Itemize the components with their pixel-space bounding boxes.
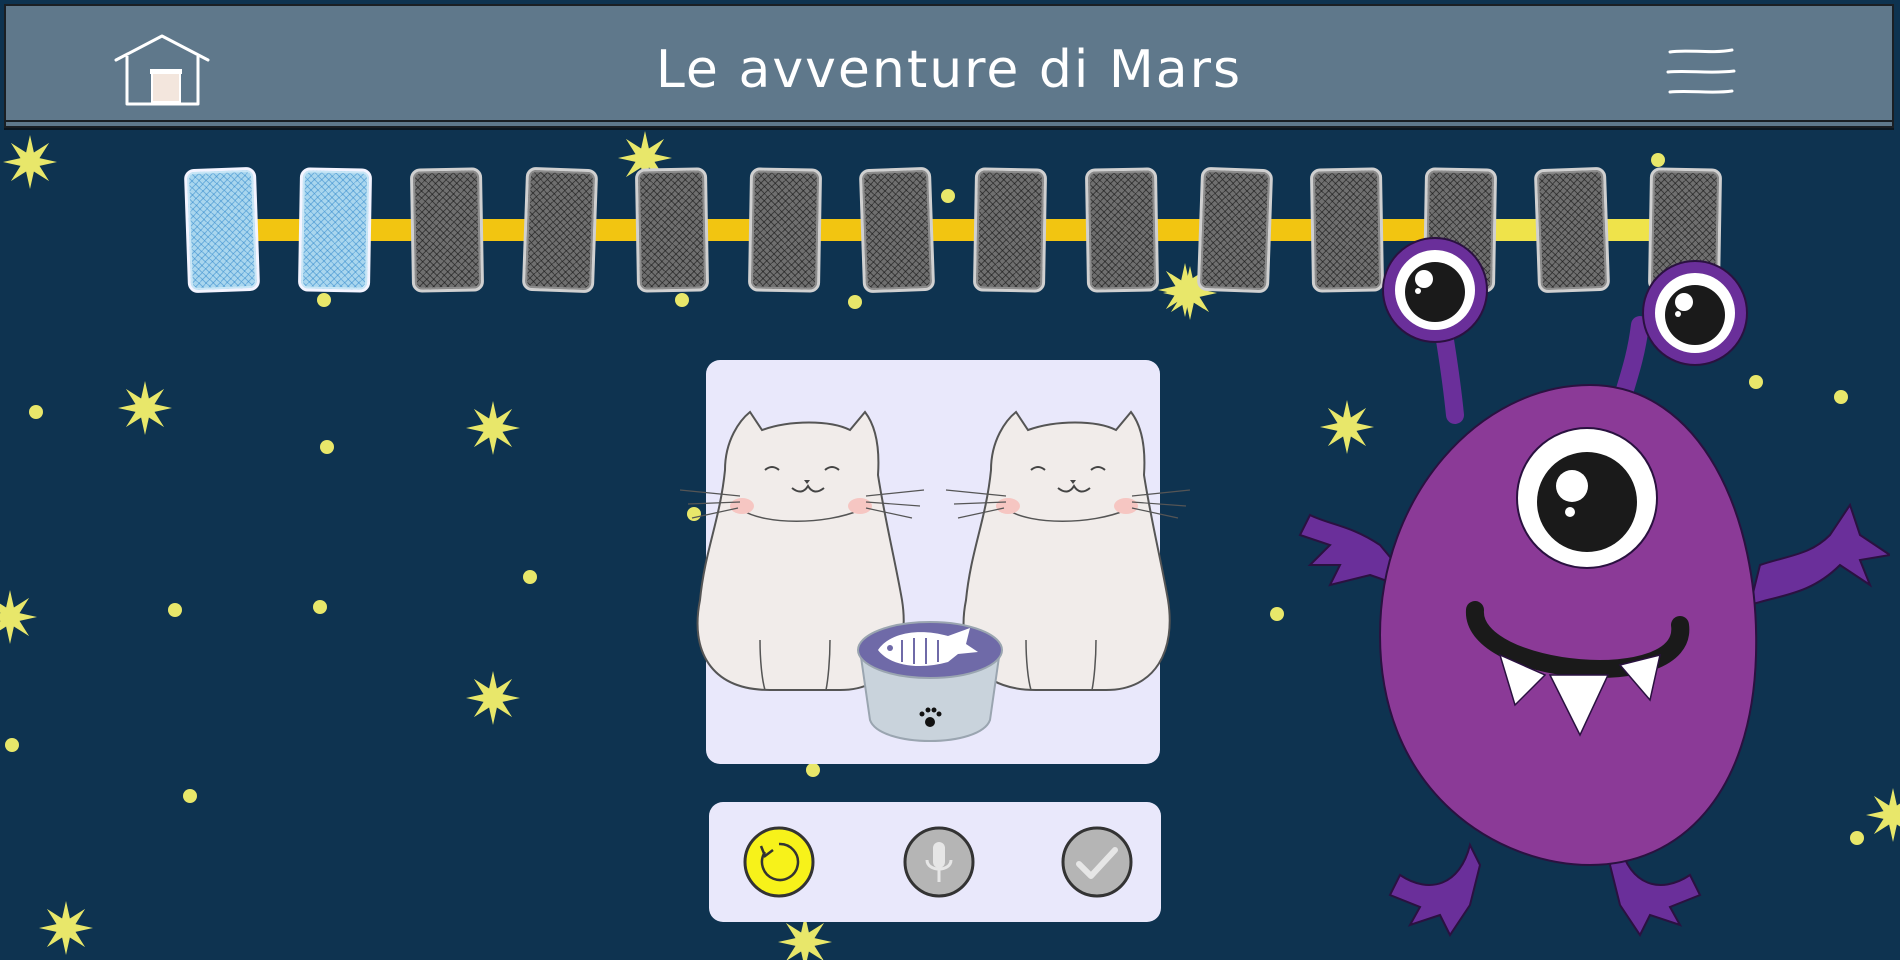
dot-decoration (848, 295, 862, 309)
dot-decoration (675, 293, 689, 307)
monster-body (1378, 383, 1758, 867)
progress-card-locked (409, 167, 485, 293)
replay-icon (743, 826, 815, 898)
progress-card-locked (1084, 167, 1160, 293)
progress-card-locked (858, 166, 936, 294)
dot-decoration (941, 189, 955, 203)
hamburger-menu-icon (1666, 48, 1736, 94)
microphone-button[interactable] (903, 826, 975, 898)
dot-decoration (5, 738, 19, 752)
progress-card-completed (183, 166, 261, 294)
dot-decoration (183, 789, 197, 803)
dot-decoration (313, 600, 327, 614)
dot-decoration (317, 293, 331, 307)
microphone-icon (903, 826, 975, 898)
progress-card-locked (972, 167, 1048, 293)
star-decoration (0, 590, 37, 644)
answer-controls (709, 802, 1161, 922)
purple-monster-mars (1298, 237, 1890, 937)
progress-card-completed (297, 167, 373, 293)
dot-decoration (1651, 153, 1665, 167)
star-decoration (466, 671, 520, 725)
progress-card-locked (521, 166, 599, 294)
fish-bowl (857, 621, 1003, 742)
star-decoration (3, 135, 57, 189)
dot-decoration (29, 405, 43, 419)
star-decoration (39, 901, 93, 955)
header-rule (6, 120, 1892, 122)
progress-card-locked (634, 167, 710, 293)
two-cats-with-fish-bowl-illustration (680, 410, 1191, 742)
dot-decoration (806, 763, 820, 777)
dot-decoration (320, 440, 334, 454)
star-decoration (118, 381, 172, 435)
page-title: Le avventure di Mars (655, 40, 1243, 100)
progress-card-locked (747, 167, 823, 293)
replay-button[interactable] (743, 826, 815, 898)
dot-decoration (168, 603, 182, 617)
menu-button[interactable] (1666, 44, 1736, 100)
star-decoration (466, 401, 520, 455)
progress-card-locked (1196, 166, 1274, 294)
dot-decoration (1270, 607, 1284, 621)
checkmark-icon (1061, 826, 1133, 898)
confirm-button[interactable] (1061, 826, 1133, 898)
dot-decoration (523, 570, 537, 584)
top-bar: Le avventure di Mars (4, 4, 1894, 128)
